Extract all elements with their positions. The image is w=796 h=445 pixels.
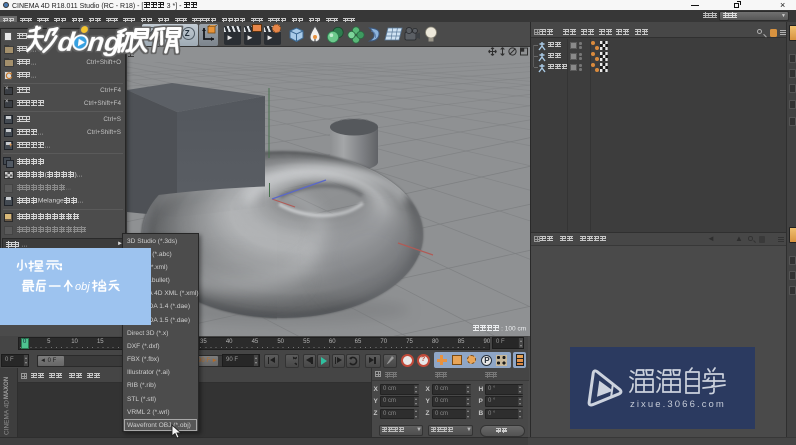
- svg-text:obj: obj: [75, 281, 90, 293]
